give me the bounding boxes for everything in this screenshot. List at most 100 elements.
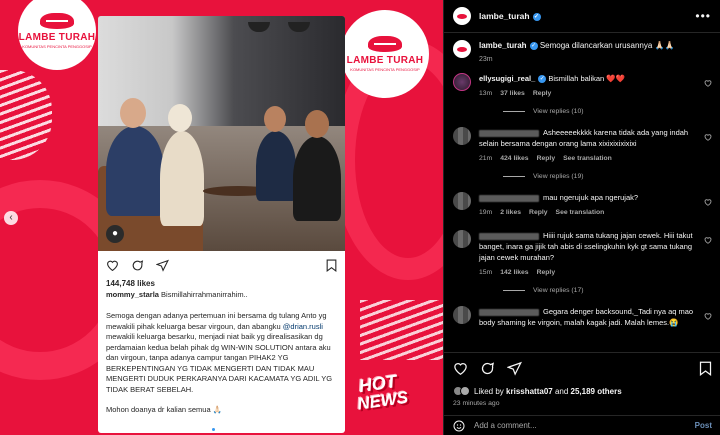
avatar[interactable] <box>453 73 471 91</box>
avatar[interactable] <box>453 127 471 145</box>
decor-stripes <box>360 300 443 360</box>
reply-button[interactable]: Reply <box>537 267 556 278</box>
verified-badge-icon: ✓ <box>529 41 538 50</box>
decor-stripes <box>0 70 52 160</box>
card-action-bar <box>98 251 345 279</box>
comment-item: ellysugigi_real_ ✓ Bismillah balikan ❤️❤️… <box>453 73 712 99</box>
logo-tagline: KOMUNITAS PENCINTA PENGGOSIP <box>22 44 92 49</box>
comment-composer: Post <box>444 415 720 435</box>
card-body-part: mewakili keluarga besarku, menjadi niat … <box>106 332 333 394</box>
card-like-count: 144,748 likes <box>106 279 155 288</box>
comment-likes[interactable]: 424 likes <box>500 153 528 164</box>
heart-icon[interactable] <box>453 361 468 375</box>
avatar[interactable] <box>453 40 471 58</box>
caption-text: Semoga dilancarkan urusannya 🙏🏻🙏🏻 <box>539 41 675 50</box>
caption-time: 23m <box>479 56 493 63</box>
share-icon <box>156 259 169 272</box>
censored-username <box>479 232 539 240</box>
liked-prefix: Liked by <box>474 386 507 396</box>
share-icon[interactable] <box>507 361 522 376</box>
comment-likes[interactable]: 37 likes <box>500 88 525 99</box>
comment-input[interactable] <box>474 421 686 430</box>
liked-user-link[interactable]: krisshatta07 <box>506 387 553 396</box>
lips-icon <box>457 46 467 52</box>
comment-likes[interactable]: 142 likes <box>500 267 528 278</box>
lips-icon <box>40 13 74 29</box>
comment-likes[interactable]: 2 likes <box>500 207 521 218</box>
card-caption: mommy_starla Bismillahirrahmanirrahim.. <box>98 288 345 301</box>
comment-item: mau ngerujuk apa ngerujak? 19m 2 likes R… <box>453 192 712 218</box>
lips-icon <box>368 36 402 52</box>
reposted-post-card: ● 144,748 likes mommy_starla Bismillahir… <box>98 16 345 433</box>
emoji-icon[interactable] <box>453 420 465 432</box>
comment-time: 19m <box>479 209 493 216</box>
comment-time: 13m <box>479 90 493 97</box>
verified-badge-icon: ✓ <box>538 75 547 84</box>
liked-count-link[interactable]: 25,189 others <box>571 387 622 396</box>
carousel-dot <box>218 428 221 431</box>
liked-and: and <box>552 386 571 396</box>
carousel-dots <box>212 428 221 431</box>
lips-icon <box>457 13 467 19</box>
censored-username <box>479 194 539 202</box>
comment-username[interactable]: ellysugigi_real_ <box>479 74 535 83</box>
comment-icon[interactable] <box>480 361 495 376</box>
post-timestamp: 23 minutes ago <box>453 400 500 407</box>
user-tag-icon: ● <box>106 225 124 243</box>
comment-item: Asheeeeekkkk karena tidak ada yang indah… <box>453 127 712 164</box>
hot-news-sticker: HOT NEWS <box>356 371 409 413</box>
card-username: mommy_starla <box>106 290 159 299</box>
see-translation-button[interactable]: See translation <box>563 153 612 164</box>
card-body-text: Semoga dengan adanya pertemuan ini bersa… <box>98 301 345 416</box>
carousel-prev-button[interactable]: ‹ <box>4 211 18 225</box>
view-replies-button[interactable]: View replies (10) <box>503 108 712 115</box>
avatar[interactable] <box>453 306 471 324</box>
heart-icon <box>107 260 118 271</box>
logo-brand-text: LAMBE TURAH <box>18 32 96 43</box>
reply-button[interactable]: Reply <box>537 153 556 164</box>
like-comment-heart-icon[interactable] <box>704 133 712 141</box>
lambe-turah-logo: LAMBE TURAH KOMUNITAS PENCINTA PENGGOSIP <box>341 10 429 98</box>
avatar[interactable] <box>453 192 471 210</box>
view-replies-button[interactable]: View replies (17) <box>503 287 712 294</box>
comment-time: 21m <box>479 155 493 162</box>
reply-button[interactable]: Reply <box>529 207 548 218</box>
avatar <box>460 386 470 396</box>
avatar[interactable] <box>453 7 471 25</box>
caption-username[interactable]: lambe_turah <box>479 41 527 50</box>
like-comment-heart-icon[interactable] <box>704 236 712 244</box>
censored-username <box>479 129 539 137</box>
like-comment-heart-icon[interactable] <box>704 312 712 320</box>
card-body-closing: Mohon doanya dr kalian semua 🙏🏻 <box>106 405 223 414</box>
post-action-bar: Liked by krisshatta07 and 25,189 others … <box>444 352 720 407</box>
carousel-dot <box>212 428 215 431</box>
bookmark-icon <box>326 259 337 272</box>
post-caption: lambe_turah ✓ Semoga dilancarkan urusanny… <box>453 40 712 63</box>
like-comment-heart-icon[interactable] <box>704 79 712 87</box>
post-comment-button[interactable]: Post <box>695 421 712 430</box>
avatar[interactable] <box>453 230 471 248</box>
view-replies-button[interactable]: View replies (19) <box>503 173 712 180</box>
see-translation-button[interactable]: See translation <box>556 207 605 218</box>
comment-text: Bismillah balikan ❤️❤️ <box>548 74 625 83</box>
comments-panel: lambe_turah ✓ ••• lambe_turah ✓ Semoga dil… <box>443 0 720 435</box>
reply-button[interactable]: Reply <box>533 88 552 99</box>
more-options-icon[interactable]: ••• <box>695 9 711 23</box>
bookmark-icon[interactable] <box>699 361 712 376</box>
comment-item: Hiiii rujuk sama tukang jajan cewek. Hii… <box>453 230 712 278</box>
comment-time: 15m <box>479 269 493 276</box>
comment-item: Gegara denger backsound,_Tadi nya aq mao… <box>453 306 712 328</box>
post-media: LAMBE TURAH KOMUNITAS PENCINTA PENGGOSIP… <box>0 0 443 435</box>
post-header: lambe_turah ✓ ••• <box>444 0 720 33</box>
comment-text: mau ngerujuk apa ngerujak? <box>543 193 639 202</box>
comment-icon <box>132 259 144 270</box>
card-caption-text: Bismillahirrahmanirrahim.. <box>161 290 248 299</box>
lambe-turah-logo: LAMBE TURAH KOMUNITAS PENCINTA PENGGOSIP <box>18 0 96 70</box>
liked-by-summary: Liked by krisshatta07 and 25,189 others <box>453 386 712 396</box>
header-username[interactable]: lambe_turah ✓ <box>479 11 541 21</box>
like-comment-heart-icon[interactable] <box>704 198 712 206</box>
censored-username <box>479 308 539 316</box>
verified-badge-icon: ✓ <box>532 12 541 21</box>
logo-tagline: KOMUNITAS PENCINTA PENGGOSIP <box>350 67 420 72</box>
card-mention: @drian.rusli <box>282 321 323 331</box>
